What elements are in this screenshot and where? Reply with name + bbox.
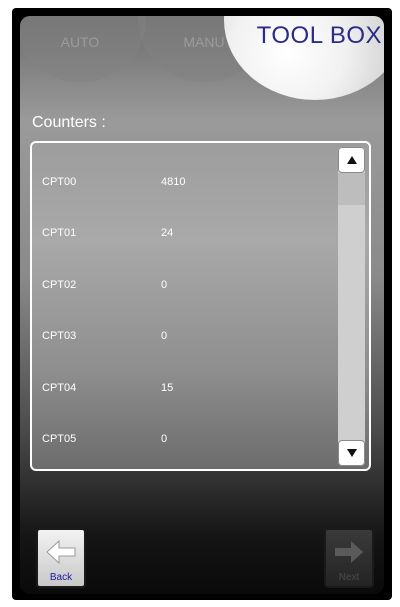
counter-name: CPT00: [42, 176, 77, 188]
next-button[interactable]: Next: [324, 528, 374, 588]
counter-name: CPT03: [42, 330, 77, 342]
counter-name: CPT05: [42, 433, 77, 445]
triangle-up-icon: [346, 156, 357, 164]
list-item[interactable]: CPT01 24: [32, 225, 342, 245]
arrow-left-icon: [46, 539, 76, 565]
counters-heading: Counters :: [32, 114, 106, 131]
counters-list: CPT00 4810 CPT01 24 CPT02 0 CPT03 0 CPT0…: [30, 141, 371, 471]
counter-name: CPT04: [42, 382, 77, 394]
counter-value: 0: [161, 330, 168, 342]
list-item[interactable]: CPT05 0: [32, 431, 342, 451]
back-button-label: Back: [49, 572, 73, 583]
counter-value: 0: [161, 433, 168, 445]
screen: AUTO MANU TOOL BOX Counters : CPT00 4810…: [20, 16, 384, 594]
next-button-label: Next: [338, 572, 360, 583]
tab-manu-label: MANU: [183, 34, 225, 50]
back-button[interactable]: Back: [36, 528, 86, 588]
counter-value: 4810: [161, 176, 186, 188]
triangle-down-icon: [346, 449, 357, 457]
arrow-right-icon: [335, 541, 363, 563]
counter-value: 24: [161, 227, 174, 239]
tab-auto-label: AUTO: [60, 34, 100, 50]
list-item[interactable]: CPT03 0: [32, 328, 342, 348]
page-title: TOOL BOX: [256, 22, 382, 49]
counter-value: 0: [161, 279, 168, 291]
tab-auto[interactable]: AUTO: [20, 16, 146, 82]
list-item[interactable]: CPT04 15: [32, 380, 342, 400]
device-frame: AUTO MANU TOOL BOX Counters : CPT00 4810…: [12, 8, 392, 600]
counter-value: 15: [161, 382, 174, 394]
counter-name: CPT02: [42, 279, 77, 291]
scroll-down-button[interactable]: [338, 440, 365, 466]
scroll-up-button[interactable]: [338, 147, 365, 173]
counter-name: CPT01: [42, 227, 77, 239]
scroll-thumb[interactable]: [338, 173, 365, 205]
scrollbar[interactable]: [338, 147, 365, 466]
list-item[interactable]: CPT02 0: [32, 277, 342, 297]
list-item[interactable]: CPT00 4810: [32, 174, 342, 194]
